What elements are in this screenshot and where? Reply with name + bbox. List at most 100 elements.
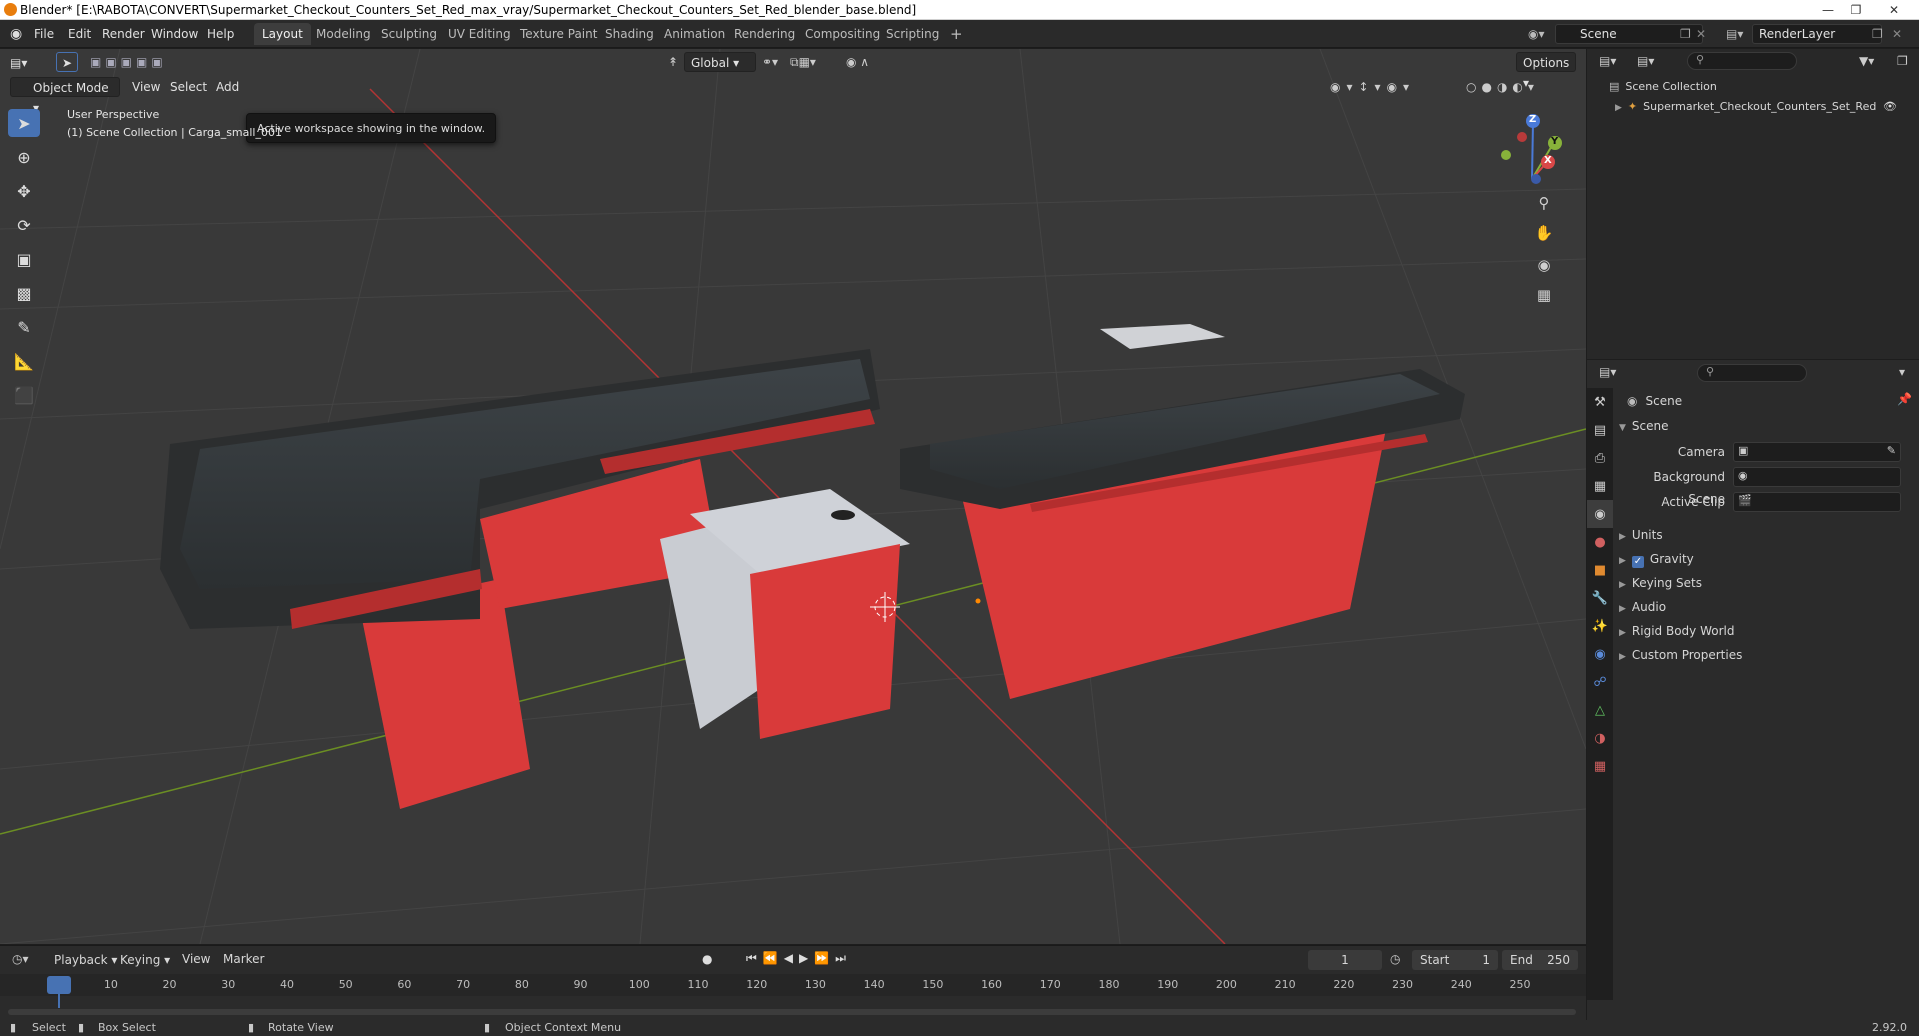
editor-type-icon[interactable]: ▤▾ — [10, 53, 27, 73]
3d-viewport[interactable]: Z Y X ▤▾ ➤ ▣▣▣▣▣ ↟ Global ▾ ⚭▾ ⧉▦▾ ◉ ∧ O… — [0, 49, 1586, 944]
outliner-item[interactable]: ▶ ✦ Supermarket_Checkout_Counters_Set_Red 👁 — [1615, 97, 1915, 117]
constraints-tab-icon[interactable]: ☍ — [1587, 668, 1613, 696]
add-cube-tool-icon[interactable]: ⬛ — [8, 381, 40, 409]
renderlayer-field[interactable]: RenderLayer — [1752, 24, 1882, 44]
units-panel[interactable]: ▶ Units — [1619, 524, 1663, 546]
scene-section-header[interactable]: ▼ Scene — [1619, 415, 1669, 437]
new-collection-icon[interactable]: ❐ — [1897, 54, 1908, 68]
tab-shading[interactable]: Shading — [597, 23, 662, 45]
new-scene-icon[interactable]: ❐ — [1680, 25, 1691, 43]
render-tab-icon[interactable]: ▤ — [1587, 416, 1613, 444]
tab-modeling[interactable]: Modeling — [308, 23, 379, 45]
minimize-icon[interactable]: — — [1814, 0, 1842, 20]
active-clip-field[interactable]: 🎬 — [1733, 492, 1901, 512]
audio-panel[interactable]: ▶ Audio — [1619, 596, 1666, 618]
clock-icon[interactable]: ◷ — [1390, 952, 1400, 966]
delete-renderlayer-icon[interactable]: ✕ — [1892, 25, 1902, 43]
record-icon[interactable]: ● — [702, 952, 712, 966]
particles-tab-icon[interactable]: ✨ — [1587, 612, 1613, 640]
world-tab-icon[interactable]: ● — [1587, 528, 1613, 556]
perspective-toggle-icon[interactable]: ▦ — [1531, 282, 1557, 308]
modifier-tab-icon[interactable]: 🔧 — [1587, 584, 1613, 612]
close-icon[interactable]: ✕ — [1880, 0, 1908, 20]
pin-icon[interactable]: 📌 — [1897, 392, 1912, 406]
current-frame-field[interactable]: 1 — [1308, 950, 1382, 970]
select-tool-icon[interactable]: ➤ — [56, 52, 78, 72]
material-tab-icon[interactable]: ◑ — [1587, 724, 1613, 752]
filter-icon[interactable]: ▼▾ — [1859, 54, 1874, 68]
annotate-tool-icon[interactable]: ✎ — [8, 313, 40, 341]
options-dropdown[interactable]: Options ▾ — [1516, 52, 1576, 90]
tab-uv-editing[interactable]: UV Editing — [440, 23, 519, 45]
renderlayer-browse-icon[interactable]: ▤▾ — [1726, 25, 1743, 43]
outliner-editor-icon[interactable]: ▤▾ — [1599, 54, 1616, 68]
playhead[interactable] — [47, 976, 71, 994]
mode-dropdown[interactable]: Object Mode ▾ — [10, 77, 120, 115]
tab-rendering[interactable]: Rendering — [726, 23, 803, 45]
gravity-panel[interactable]: ▶ ✓ Gravity — [1619, 548, 1694, 570]
snap-icon[interactable]: ⧉▦▾ — [790, 52, 816, 72]
menu-help[interactable]: Help — [207, 25, 234, 43]
tab-compositing[interactable]: Compositing — [797, 23, 888, 45]
menu-render[interactable]: Render — [102, 25, 145, 43]
measure-tool-icon[interactable]: 📐 — [8, 347, 40, 375]
transform-tool-icon[interactable]: ▩ — [8, 279, 40, 307]
new-renderlayer-icon[interactable]: ❐ — [1872, 25, 1883, 43]
custom-properties-panel[interactable]: ▶ Custom Properties — [1619, 644, 1742, 666]
end-frame-field[interactable]: End 250 — [1502, 950, 1578, 970]
output-tab-icon[interactable]: ⎙ — [1587, 444, 1613, 472]
playback-controls-icons[interactable]: ⏮⏪◀▶⏩⏭ — [746, 951, 852, 966]
outliner-scene-collection[interactable]: ▤ Scene Collection — [1609, 77, 1717, 97]
tab-animation[interactable]: Animation — [656, 23, 733, 45]
delete-scene-icon[interactable]: ✕ — [1696, 25, 1706, 43]
tab-sculpting[interactable]: Sculpting — [373, 23, 445, 45]
physics-tab-icon[interactable]: ◉ — [1587, 640, 1613, 668]
tab-layout[interactable]: Layout — [254, 23, 311, 45]
display-mode-icon[interactable]: ▤▾ — [1637, 54, 1654, 68]
menu-edit[interactable]: Edit — [68, 25, 91, 43]
eyedropper-icon[interactable]: ✎ — [1887, 444, 1896, 457]
gravity-checkbox[interactable]: ✓ — [1631, 556, 1644, 568]
start-frame-field[interactable]: Start 1 — [1412, 950, 1498, 970]
playback-menu[interactable]: Playback ▾ — [48, 950, 123, 970]
pivot-point-icon[interactable]: ⚭▾ — [762, 52, 778, 72]
add-workspace-icon[interactable]: + — [942, 23, 971, 45]
background-scene-field[interactable]: ◉ — [1733, 467, 1901, 487]
tool-tab-icon[interactable]: ⚒ — [1587, 388, 1613, 416]
marker-menu[interactable]: Marker — [223, 952, 264, 966]
scene-browse-icon[interactable]: ◉▾ — [1528, 25, 1545, 43]
keying-menu[interactable]: Keying ▾ — [114, 950, 176, 970]
rotate-tool-icon[interactable]: ⟳ — [8, 211, 40, 239]
timeline-view-menu[interactable]: View — [182, 952, 210, 966]
camera-view-icon[interactable]: ◉ — [1531, 252, 1557, 278]
view-layer-tab-icon[interactable]: ▦ — [1587, 472, 1613, 500]
shading-mode-icons[interactable]: ○●◑◐▾ — [1466, 77, 1539, 97]
object-tab-icon[interactable]: ■ — [1587, 556, 1613, 584]
keying-sets-panel[interactable]: ▶ Keying Sets — [1619, 572, 1702, 594]
timeline-editor-icon[interactable]: ◷▾ — [12, 952, 29, 966]
scene-tab-icon[interactable]: ◉ — [1587, 500, 1613, 528]
move-tool-icon[interactable]: ✥ — [8, 177, 40, 205]
rigid-body-world-panel[interactable]: ▶ Rigid Body World — [1619, 620, 1734, 642]
outliner-search-input[interactable]: ⚲ — [1687, 52, 1797, 70]
transform-orientation-dropdown[interactable]: Global ▾ — [684, 52, 756, 72]
blender-menu-icon[interactable]: ◉ — [10, 25, 22, 43]
menu-view[interactable]: View — [132, 77, 160, 97]
restore-icon[interactable]: ❐ — [1842, 0, 1870, 20]
data-tab-icon[interactable]: △ — [1587, 696, 1613, 724]
properties-editor-icon[interactable]: ▤▾ — [1599, 365, 1616, 379]
select-box-tool-icon[interactable]: ➤ — [8, 109, 40, 137]
menu-window[interactable]: Window — [151, 25, 198, 43]
zoom-icon[interactable]: ⚲ — [1531, 190, 1557, 216]
tab-scripting[interactable]: Scripting — [878, 23, 947, 45]
pan-hand-icon[interactable]: ✋ — [1531, 220, 1557, 246]
properties-options-icon[interactable]: ▾ — [1899, 365, 1905, 379]
visibility-eye-icon[interactable]: 👁 — [1883, 97, 1897, 117]
timeline-scrollbar[interactable] — [8, 1009, 1576, 1015]
tab-texture-paint[interactable]: Texture Paint — [512, 23, 605, 45]
texture-tab-icon[interactable]: ▦ — [1587, 752, 1613, 780]
menu-file[interactable]: File — [34, 25, 54, 43]
proportional-edit-icon[interactable]: ◉ ∧ — [846, 52, 869, 72]
menu-select[interactable]: Select — [170, 77, 207, 97]
scale-tool-icon[interactable]: ▣ — [8, 245, 40, 273]
